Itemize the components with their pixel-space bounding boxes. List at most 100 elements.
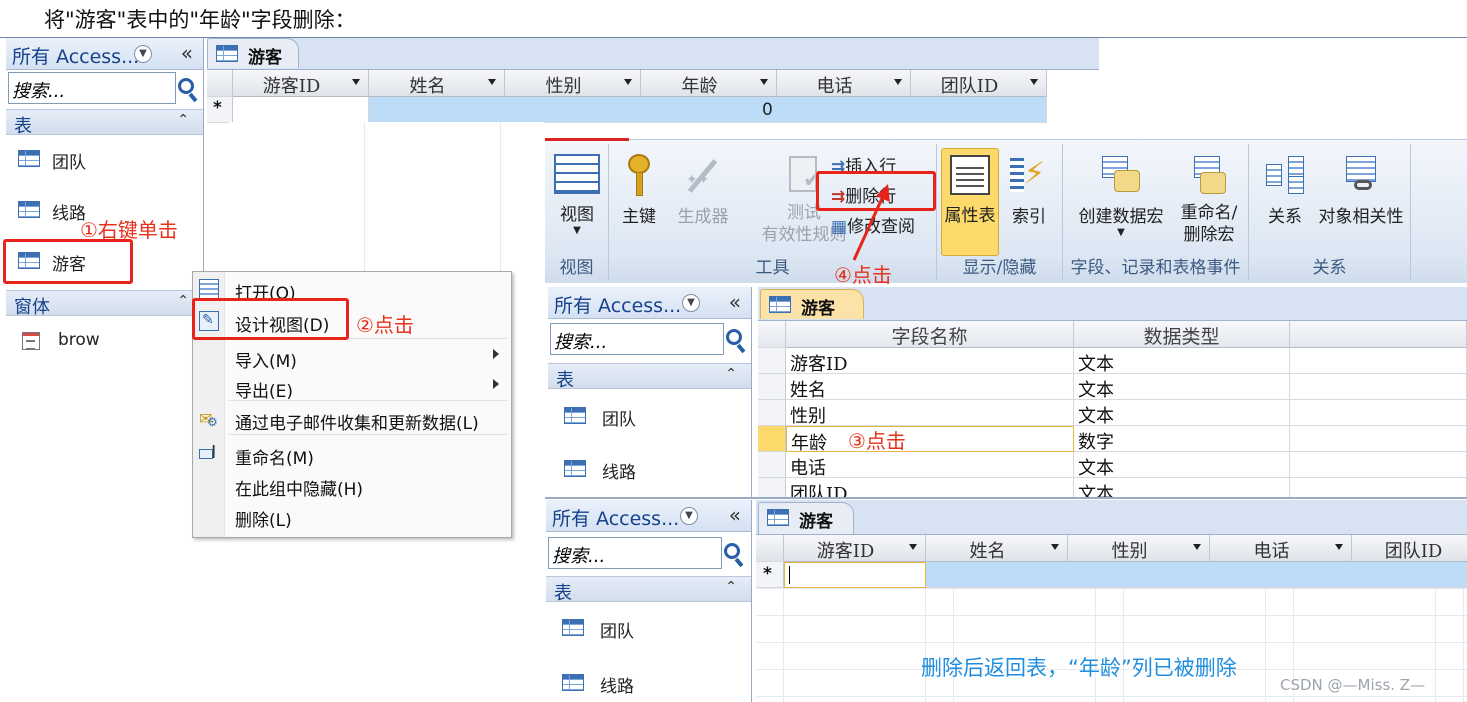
data-type-cell[interactable]: 文本	[1074, 478, 1290, 497]
result-tab-strip: 游客	[756, 500, 1467, 535]
column-header[interactable]: 性别	[1068, 535, 1210, 562]
menu-item-hide-in-group[interactable]: 在此组中隐藏(H)	[193, 471, 511, 500]
description-cell[interactable]	[1290, 426, 1467, 452]
table-cell-highlighted[interactable]	[369, 97, 1047, 123]
data-type-cell[interactable]: 数字	[1074, 426, 1290, 453]
collapse-pane-icon[interactable]: «	[729, 503, 741, 527]
search-icon[interactable]	[724, 543, 740, 559]
collapse-pane-icon[interactable]: «	[729, 290, 741, 314]
sort-arrow-icon	[909, 544, 917, 550]
menu-item-export[interactable]: 导出(E)	[193, 373, 511, 402]
column-header[interactable]: 游客ID	[233, 70, 369, 97]
nav-pane-header[interactable]: 所有 Access... ▼ «	[548, 287, 751, 319]
collapse-icon[interactable]: ⌃	[177, 112, 189, 128]
column-header[interactable]: 电话	[1210, 535, 1352, 562]
collapse-icon[interactable]: ⌃	[177, 293, 189, 309]
search-icon[interactable]	[178, 78, 194, 94]
data-type-cell[interactable]: 文本	[1074, 452, 1290, 479]
description-cell[interactable]	[1290, 374, 1467, 400]
column-header[interactable]: 年龄	[641, 70, 777, 97]
description-cell[interactable]	[1290, 478, 1467, 497]
datasheet-empty-area	[229, 122, 544, 282]
table-cell-active[interactable]	[784, 562, 926, 588]
collapse-icon[interactable]: ⌃	[725, 579, 737, 595]
description-cell[interactable]	[1290, 400, 1467, 426]
search-icon[interactable]	[726, 329, 742, 345]
group-tables[interactable]: 表 ⌃	[546, 576, 751, 604]
search-input[interactable]: 搜索...	[548, 537, 722, 569]
group-tables[interactable]: 表 ⌃	[548, 363, 751, 391]
nav-item-team[interactable]: 团队	[12, 144, 192, 174]
row-selector[interactable]	[758, 452, 786, 478]
nav-pane-header[interactable]: 所有 Access... ▼ «	[546, 500, 751, 532]
nav-item-team[interactable]: 团队	[558, 401, 738, 431]
description-cell[interactable]	[1290, 452, 1467, 478]
field-name-cell[interactable]: 性别	[786, 400, 1074, 427]
primary-key-button[interactable]: 主键	[615, 154, 663, 227]
object-dependencies-button[interactable]: 对象相关性	[1315, 154, 1407, 227]
description-cell[interactable]	[1290, 348, 1467, 374]
view-icon	[554, 154, 600, 194]
menu-item-delete[interactable]: 删除(L)	[193, 502, 511, 531]
relationships-button[interactable]: 关系	[1257, 154, 1313, 227]
select-all-corner[interactable]	[756, 535, 784, 562]
field-name-cell-age[interactable]: 年龄	[786, 426, 1074, 454]
new-record-icon: *	[213, 98, 222, 118]
sort-arrow-icon	[1030, 79, 1038, 85]
data-type-cell[interactable]: 文本	[1074, 348, 1290, 375]
dependencies-icon	[1340, 154, 1382, 196]
search-input[interactable]: 搜索...	[550, 323, 724, 355]
column-header[interactable]: 游客ID	[784, 535, 926, 562]
data-type-cell[interactable]: 文本	[1074, 400, 1290, 427]
column-header[interactable]: 团队ID	[911, 70, 1047, 97]
column-header[interactable]: 电话	[777, 70, 911, 97]
column-header[interactable]: 性别	[505, 70, 641, 97]
row-selector-selected[interactable]	[758, 426, 786, 452]
column-header[interactable]: 姓名	[926, 535, 1068, 562]
tab-visitor[interactable]: 游客	[207, 38, 299, 68]
row-selector[interactable]	[758, 348, 786, 374]
column-header[interactable]: 团队ID	[1352, 535, 1467, 562]
search-input[interactable]: 搜索...	[8, 72, 176, 104]
collapse-pane-icon[interactable]: «	[181, 41, 193, 65]
field-name-cell[interactable]: 电话	[786, 452, 1074, 479]
sort-arrow-icon	[624, 79, 632, 85]
view-button[interactable]: 视图 ▼	[549, 154, 605, 236]
chevron-down-icon[interactable]: ▼	[134, 45, 152, 63]
indexes-button[interactable]: ⚡ 索引	[1003, 154, 1055, 227]
tab-visitor-design[interactable]: 游客	[760, 289, 864, 319]
field-name-cell[interactable]: 团队ID	[786, 478, 1074, 497]
group-forms[interactable]: 窗体 ⌃	[6, 290, 203, 318]
nav-item-route[interactable]: 线路	[558, 454, 738, 484]
nav-pane-header[interactable]: 所有 Access... ▼ «	[6, 38, 203, 70]
row-selector[interactable]	[758, 374, 786, 400]
group-tables[interactable]: 表 ⌃	[6, 109, 203, 137]
chevron-down-icon[interactable]: ▼	[682, 294, 700, 312]
select-all-corner[interactable]	[207, 70, 233, 97]
menu-item-email-collect[interactable]: ✉ ⚙ 通过电子邮件收集和更新数据(L)	[193, 405, 511, 434]
collapse-icon[interactable]: ⌃	[725, 366, 737, 382]
table-cell-highlighted[interactable]	[926, 562, 1467, 588]
column-header[interactable]: 姓名	[369, 70, 505, 97]
nav-item-brow[interactable]: brow	[12, 326, 192, 356]
tab-visitor-result[interactable]: 游客	[758, 502, 854, 534]
data-type-cell[interactable]: 文本	[1074, 374, 1290, 401]
nav-item-route[interactable]: 线路	[556, 668, 736, 698]
menu-item-import[interactable]: 导入(M)	[193, 343, 511, 372]
rename-delete-macro-button[interactable]: 重命名/ 删除宏	[1173, 154, 1245, 246]
row-selector[interactable]	[758, 478, 786, 497]
nav-item-team[interactable]: 团队	[556, 613, 736, 643]
field-name-cell[interactable]: 游客ID	[786, 348, 1074, 375]
create-data-macro-button[interactable]: 创建数据宏 ▼	[1073, 154, 1169, 238]
rename-macro-icon	[1188, 154, 1230, 196]
field-name-cell[interactable]: 姓名	[786, 374, 1074, 401]
macro-icon	[1100, 154, 1142, 196]
row-selector[interactable]	[758, 400, 786, 426]
table-icon	[18, 201, 40, 218]
property-sheet-button[interactable]: 属性表	[941, 148, 999, 256]
chevron-down-icon[interactable]: ▼	[680, 507, 698, 525]
menu-item-rename[interactable]: I 重命名(M)	[193, 440, 511, 469]
ribbon-group-show-hide: 属性表 ⚡ 索引 显示/隐藏	[937, 144, 1063, 280]
table-cell[interactable]	[233, 97, 369, 123]
builder-button[interactable]: ✦✦ 生成器	[671, 154, 735, 227]
